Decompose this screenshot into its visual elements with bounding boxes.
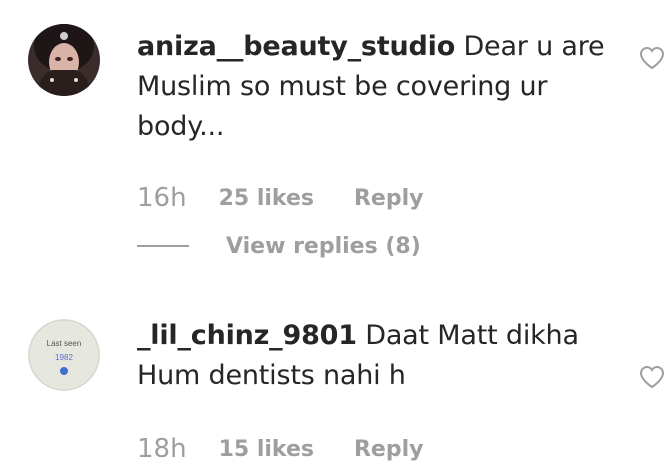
comment-meta: 16h 25 likes Reply xyxy=(137,178,423,218)
heart-outline-icon[interactable] xyxy=(639,46,665,70)
comment-1: aniza__beauty_studio Dear u are Muslim s… xyxy=(0,0,670,270)
comment-meta: 18h 15 likes Reply xyxy=(137,429,423,469)
comment-likes[interactable]: 25 likes xyxy=(219,186,314,211)
avatar[interactable]: Last seen 1982 xyxy=(28,319,100,391)
comment-time: 18h xyxy=(137,434,187,464)
comment-text: _lil_chinz_9801 Daat Matt dikha Hum dent… xyxy=(137,316,607,396)
comment-text: aniza__beauty_studio Dear u are Muslim s… xyxy=(137,27,607,147)
view-replies-label: View replies (8) xyxy=(226,233,421,259)
avatar-text-1: Last seen xyxy=(47,339,82,348)
comment-time: 16h xyxy=(137,183,187,213)
avatar-image xyxy=(28,24,100,96)
comment-likes[interactable]: 15 likes xyxy=(219,437,314,462)
heart-outline-icon[interactable] xyxy=(639,365,665,389)
comment-username[interactable]: aniza__beauty_studio xyxy=(137,31,455,62)
avatar[interactable] xyxy=(28,24,100,96)
comment-2: Last seen 1982 _lil_chinz_9801 Daat Matt… xyxy=(0,300,670,465)
comment-username[interactable]: _lil_chinz_9801 xyxy=(137,320,357,351)
reply-button[interactable]: Reply xyxy=(354,437,424,462)
reply-button[interactable]: Reply xyxy=(354,186,424,211)
avatar-text-2: 1982 xyxy=(55,353,73,362)
view-replies-button[interactable]: View replies (8) xyxy=(137,231,421,261)
divider-line xyxy=(137,245,189,247)
avatar-image: Last seen 1982 xyxy=(28,319,100,391)
